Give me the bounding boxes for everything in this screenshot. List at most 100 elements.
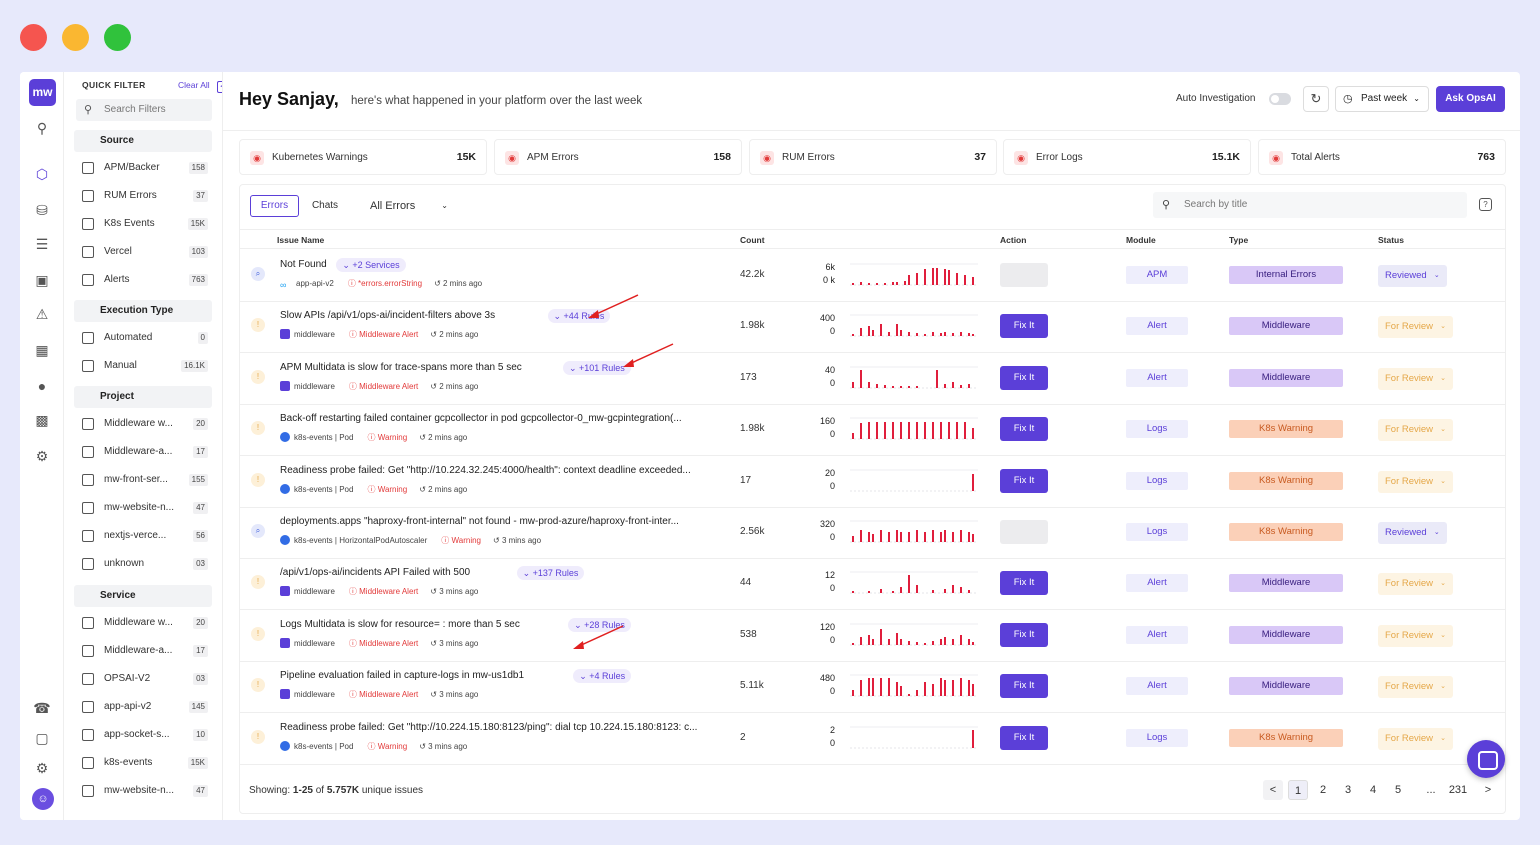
checkbox[interactable] — [82, 617, 94, 629]
pagination-page[interactable]: 3 — [1338, 780, 1358, 800]
status-select[interactable]: For Review ⌄ — [1378, 624, 1454, 647]
app-logo[interactable]: mw — [29, 79, 56, 106]
pagination-page[interactable]: 231 — [1443, 780, 1473, 800]
fix-it-button[interactable]: Fix It — [1000, 365, 1048, 390]
headset-icon[interactable]: ☎ — [32, 698, 52, 718]
window-maximize-button[interactable] — [104, 24, 131, 51]
table-row[interactable]: ! Logs Multidata is slow for resource= : … — [240, 610, 1505, 662]
checkbox[interactable] — [82, 360, 94, 372]
document-icon[interactable]: ▣ — [32, 270, 52, 290]
stat-card-apm-errors[interactable]: ◉ APM Errors 158 — [494, 139, 742, 175]
tab-errors[interactable]: Errors — [250, 195, 299, 217]
table-row[interactable]: ! Back-off restarting failed container gc… — [240, 404, 1505, 457]
filter-item[interactable]: RUM Errors 37 — [82, 188, 208, 204]
ask-opsai-button[interactable]: Ask OpsAI — [1436, 86, 1505, 112]
filter-item[interactable]: Vercel 103 — [82, 244, 208, 260]
list-icon[interactable]: ☰ — [32, 234, 52, 254]
filter-item[interactable]: k8s-events 15K — [82, 755, 208, 771]
checkbox[interactable] — [82, 246, 94, 258]
checkbox[interactable] — [82, 162, 94, 174]
robot-icon[interactable]: ● — [32, 376, 52, 396]
stat-card-rum-errors[interactable]: ◉ RUM Errors 37 — [749, 139, 997, 175]
checkbox[interactable] — [82, 418, 94, 430]
filter-item[interactable]: Middleware-a... 17 — [82, 444, 208, 460]
filter-item[interactable]: app-socket-s... 10 — [82, 727, 208, 743]
tab-chats[interactable]: Chats — [304, 195, 346, 217]
filter-item[interactable]: unknown 03 — [82, 556, 208, 572]
dashboard-icon[interactable]: ⬡ — [32, 164, 52, 184]
checkbox[interactable] — [82, 218, 94, 230]
checkbox[interactable] — [82, 502, 94, 514]
gear-icon[interactable]: ⚙ — [32, 758, 52, 778]
pagination-page[interactable]: 4 — [1363, 780, 1383, 800]
pagination-page[interactable]: 5 — [1388, 780, 1408, 800]
issue-title[interactable]: Readiness probe failed: Get "http://10.2… — [280, 465, 691, 476]
checkbox[interactable] — [82, 701, 94, 713]
filter-item[interactable]: Middleware-a... 17 — [82, 643, 208, 659]
period-select[interactable]: ◷ Past week ⌄ — [1335, 86, 1429, 112]
search-icon[interactable]: ⚲ — [32, 118, 52, 138]
error-filter-select[interactable]: All Errors ⌄ — [362, 195, 456, 217]
status-select[interactable]: For Review ⌄ — [1378, 727, 1454, 750]
issue-title[interactable]: Pipeline evaluation failed in capture-lo… — [280, 670, 524, 681]
stat-card-error-logs[interactable]: ◉ Error Logs 15.1K — [1003, 139, 1251, 175]
issue-title[interactable]: Readiness probe failed: Get "http://10.2… — [280, 722, 697, 733]
fix-it-button[interactable]: Fix It — [1000, 468, 1048, 493]
checkbox[interactable] — [82, 785, 94, 797]
status-select[interactable]: For Review ⌄ — [1378, 419, 1454, 442]
chat-support-button[interactable] — [1467, 740, 1505, 778]
filter-group-service[interactable]: Service — [74, 585, 212, 607]
checkbox[interactable] — [82, 332, 94, 344]
stat-card-kubernetes-warnings[interactable]: ◉ Kubernetes Warnings 15K — [239, 139, 487, 175]
filter-search-input[interactable]: ⚲ Search Filters — [76, 99, 212, 121]
status-select[interactable]: Reviewed ⌄ — [1378, 265, 1447, 287]
table-row[interactable]: ! Slow APIs /api/v1/ops-ai/incident-filte… — [240, 301, 1505, 354]
search-by-title-input[interactable]: ⚲ Search by title — [1153, 192, 1467, 218]
status-select[interactable]: For Review ⌄ — [1378, 573, 1454, 596]
checkbox[interactable] — [82, 446, 94, 458]
auto-investigation-toggle[interactable] — [1269, 93, 1291, 105]
fix-it-button[interactable]: Fix It — [1000, 314, 1048, 339]
filter-item[interactable]: Alerts 763 — [82, 272, 208, 288]
table-row[interactable]: ! APM Multidata is slow for trace-spans m… — [240, 353, 1505, 405]
checkbox[interactable] — [82, 558, 94, 570]
filter-item[interactable]: Manual 16.1K — [82, 358, 208, 374]
table-row[interactable]: ! Readiness probe failed: Get "http://10.… — [240, 713, 1505, 765]
pagination-prev-button[interactable]: < — [1263, 780, 1283, 800]
filter-item[interactable]: Automated 0 — [82, 330, 208, 346]
checkbox[interactable] — [82, 274, 94, 286]
stat-card-total-alerts[interactable]: ◉ Total Alerts 763 — [1258, 139, 1506, 175]
code-icon[interactable]: ▩ — [32, 410, 52, 430]
filter-item[interactable]: app-api-v2 145 — [82, 699, 208, 715]
refresh-button[interactable]: ↻ — [1303, 86, 1329, 112]
status-select[interactable]: Reviewed ⌄ — [1378, 522, 1447, 544]
filter-item[interactable]: nextjs-verce... 56 — [82, 528, 208, 544]
filter-item[interactable]: APM/Backer 158 — [82, 160, 208, 176]
issue-title[interactable]: APM Multidata is slow for trace-spans mo… — [280, 362, 522, 373]
fix-it-button[interactable]: Fix It — [1000, 571, 1048, 596]
fix-it-button[interactable]: Fix It — [1000, 622, 1048, 647]
filter-item[interactable]: K8s Events 15K — [82, 216, 208, 232]
rules-badge[interactable]: ⌄ +137 Rules — [516, 566, 585, 581]
rules-badge[interactable]: ⌄ +2 Services — [336, 258, 406, 272]
status-select[interactable]: For Review ⌄ — [1378, 316, 1454, 339]
pagination-next-button[interactable]: > — [1478, 780, 1498, 800]
checkbox[interactable] — [82, 729, 94, 741]
fix-it-button[interactable]: Fix It — [1000, 725, 1048, 750]
table-row[interactable]: ! Readiness probe failed: Get "http://10.… — [240, 456, 1505, 508]
user-avatar[interactable]: ☺ — [32, 788, 54, 810]
help-icon[interactable]: ? — [1479, 198, 1492, 211]
filter-item[interactable]: OPSAI-V2 03 — [82, 671, 208, 687]
status-select[interactable]: For Review ⌄ — [1378, 676, 1454, 699]
issue-title[interactable]: /api/v1/ops-ai/incidents API Failed with… — [280, 567, 470, 578]
pagination-page[interactable]: 1 — [1288, 780, 1308, 800]
filter-item[interactable]: mw-front-ser... 155 — [82, 472, 208, 488]
issue-title[interactable]: deployments.apps "haproxy-front-internal… — [280, 516, 679, 527]
window-minimize-button[interactable] — [62, 24, 89, 51]
pagination-page[interactable]: 2 — [1313, 780, 1333, 800]
filter-item[interactable]: Middleware w... 20 — [82, 615, 208, 631]
filter-item[interactable]: Middleware w... 20 — [82, 416, 208, 432]
table-row[interactable]: ⌕ deployments.apps "haproxy-front-interna… — [240, 507, 1505, 559]
checkbox[interactable] — [82, 530, 94, 542]
checkbox[interactable] — [82, 645, 94, 657]
